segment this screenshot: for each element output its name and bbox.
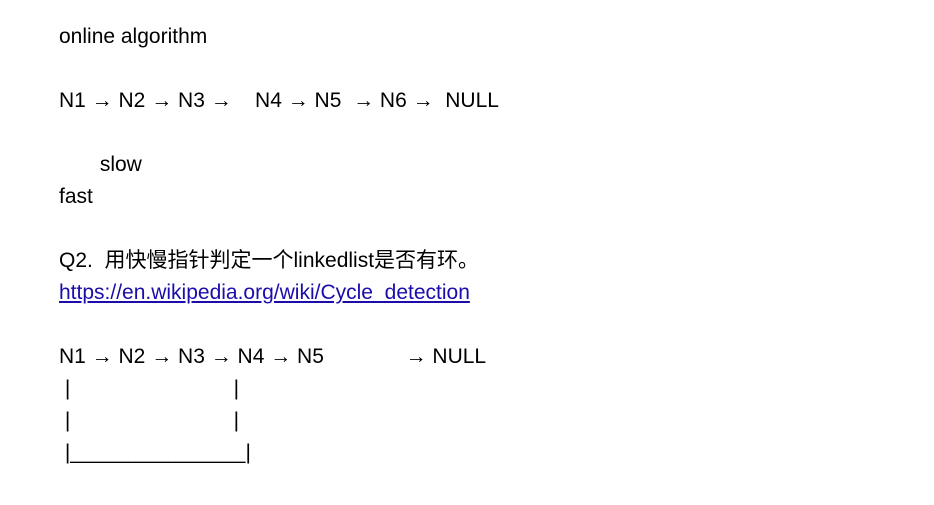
loop-diagram-line-3: |_______________| — [59, 441, 251, 464]
fast-pointer-label: fast — [59, 185, 93, 208]
linked-list-line-2: N1 → N2 → N3 → N4 → N5 → NULL — [59, 345, 487, 368]
slow-pointer-label: slow — [59, 153, 142, 176]
linked-list-line-1: N1 → N2 → N3 → N4 → N5 → N6 → NULL — [59, 89, 499, 112]
loop-diagram-line-1: | | — [59, 377, 240, 400]
cycle-detection-link[interactable]: https://en.wikipedia.org/wiki/Cycle_dete… — [59, 280, 470, 306]
question-text: Q2. 用快慢指针判定一个linkedlist是否有环。 — [59, 249, 480, 272]
loop-diagram-line-2: | | — [59, 409, 240, 432]
heading-text: online algorithm — [59, 25, 208, 48]
